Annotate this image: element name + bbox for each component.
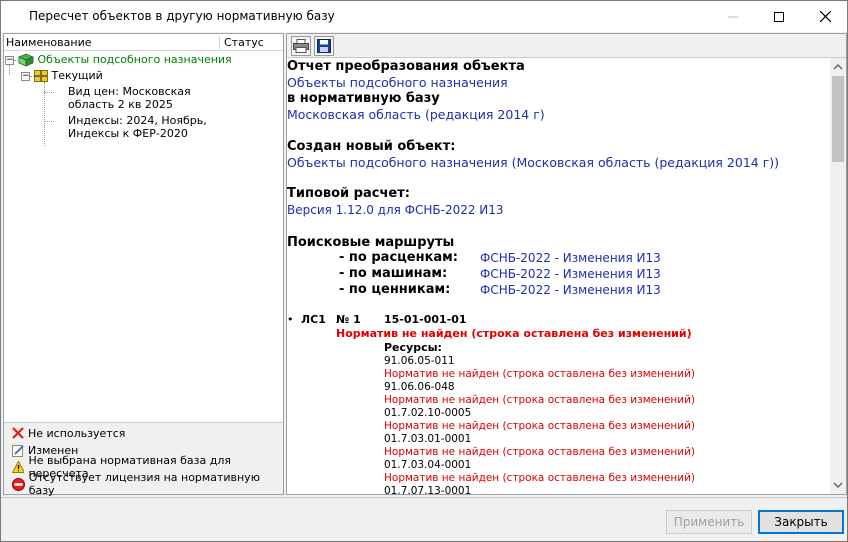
route-value: ФСНБ-2022 - Изменения И13 (480, 251, 661, 265)
report-calc-version: Версия 1.12.0 для ФСНБ-2022 И13 (287, 203, 504, 217)
report-heading: Создан новый объект: (287, 139, 456, 154)
red-x-icon (12, 427, 24, 439)
scrollbar-thumb[interactable] (832, 76, 844, 162)
resource-status: Норматив не найден (строка оставлена без… (384, 394, 696, 406)
tree-collapse-toggle[interactable]: − (5, 56, 14, 65)
book-icon (17, 53, 35, 67)
legend-item: Не используется (12, 425, 125, 441)
column-header-name[interactable]: Наименование (6, 36, 220, 50)
route-label: - по машинам: (339, 266, 448, 281)
close-button[interactable]: Закрыть (758, 510, 844, 534)
entry-number: № 1 (336, 313, 361, 326)
tree-column-header: Наименование Статус (4, 34, 283, 51)
close-icon (819, 11, 831, 22)
route-label: - по ценникам: (339, 282, 451, 297)
resource-code: 91.06.06-048 (384, 381, 455, 393)
route-value: ФСНБ-2022 - Изменения И13 (480, 267, 661, 281)
route-value: ФСНБ-2022 - Изменения И13 (480, 283, 661, 297)
resources-label: Ресурсы: (384, 341, 442, 354)
printer-icon (293, 39, 309, 53)
report-heading: Типовой расчет: (287, 186, 410, 201)
dialog-button-bar: Применить Закрыть (1, 497, 847, 541)
tree-node-current-label: Текущий (51, 69, 103, 82)
resource-code: 91.06.05-011 (384, 355, 455, 367)
close-window-button[interactable] (802, 1, 848, 32)
tree-node-indexes[interactable]: Индексы: 2024, Ноябрь, Индексы к ФЕР-202… (68, 114, 207, 140)
save-button[interactable] (314, 36, 334, 56)
entry-status: Норматив не найден (строка оставлена без… (336, 327, 692, 340)
tree-node-current[interactable]: Текущий (34, 69, 103, 82)
resource-code: 01.7.03.04-0001 (384, 459, 472, 471)
scroll-up-icon[interactable] (830, 60, 846, 74)
resource-code: 01.7.07.13-0001 (384, 485, 472, 494)
report-panel: Отчет преобразования объекта Объекты под… (286, 33, 847, 495)
report-toolbar (287, 34, 846, 58)
scroll-down-icon[interactable] (830, 478, 846, 492)
entry-code: 15-01-001-01 (384, 313, 467, 326)
warning-icon (12, 461, 25, 473)
report-heading: в нормативную базу (287, 91, 440, 106)
report-scrollbar[interactable] (830, 58, 846, 494)
legend-item: Отсутствует лицензия на нормативную базу (12, 471, 283, 497)
no-entry-icon (12, 477, 25, 491)
tree-node-root-label: Объекты подсобного назначения (37, 53, 232, 66)
title-bar[interactable]: Пересчет объектов в другую нормативную б… (1, 1, 847, 32)
report-heading: Отчет преобразования объекта (287, 59, 525, 74)
print-button[interactable] (291, 36, 311, 56)
edit-note-icon (12, 444, 24, 457)
floppy-disk-icon (317, 39, 331, 53)
route-label: - по расценкам: (339, 250, 458, 265)
report-content: Отчет преобразования объекта Объекты под… (287, 58, 830, 494)
tree-node-root[interactable]: Объекты подсобного назначения (17, 53, 232, 67)
resource-status: Норматив не найден (строка оставлена без… (384, 420, 696, 432)
resource-status: Норматив не найден (строка оставлена без… (384, 472, 696, 484)
tree-collapse-toggle[interactable]: − (21, 72, 30, 81)
window-title: Пересчет объектов в другую нормативную б… (29, 9, 335, 23)
report-target-base: Московская область (редакция 2014 г) (287, 107, 545, 122)
report-source-object: Объекты подсобного назначения (287, 75, 508, 90)
report-new-object: Объекты подсобного назначения (Московска… (287, 155, 780, 170)
minimize-icon (728, 16, 738, 17)
column-header-status[interactable]: Статус (224, 36, 264, 49)
objects-tree-panel: Наименование Статус − Объекты подсобного… (3, 33, 284, 497)
resource-code: 01.7.02.10-0005 (384, 407, 472, 419)
resource-status: Норматив не найден (строка оставлена без… (384, 446, 696, 458)
maximize-icon (774, 11, 784, 22)
resource-code: 01.7.03.01-0001 (384, 433, 472, 445)
maximize-button[interactable] (756, 1, 802, 32)
dialog-window: Пересчет объектов в другую нормативную б… (0, 0, 848, 542)
report-heading: Поисковые маршруты (287, 235, 455, 250)
entry-bullet: • (287, 313, 294, 326)
minimize-button[interactable] (710, 1, 756, 32)
apply-button[interactable]: Применить (666, 510, 752, 534)
objects-tree: − Объекты подсобного назначения − Текущи… (4, 52, 283, 422)
tree-node-price-type[interactable]: Вид цен: Московская область 2 кв 2025 (68, 85, 191, 111)
resource-status: Норматив не найден (строка оставлена без… (384, 368, 696, 380)
status-legend: Не используется Изменен Не выбрана норма… (4, 422, 283, 497)
entry-ls: ЛС1 (301, 313, 326, 326)
calculator-icon (34, 70, 48, 82)
